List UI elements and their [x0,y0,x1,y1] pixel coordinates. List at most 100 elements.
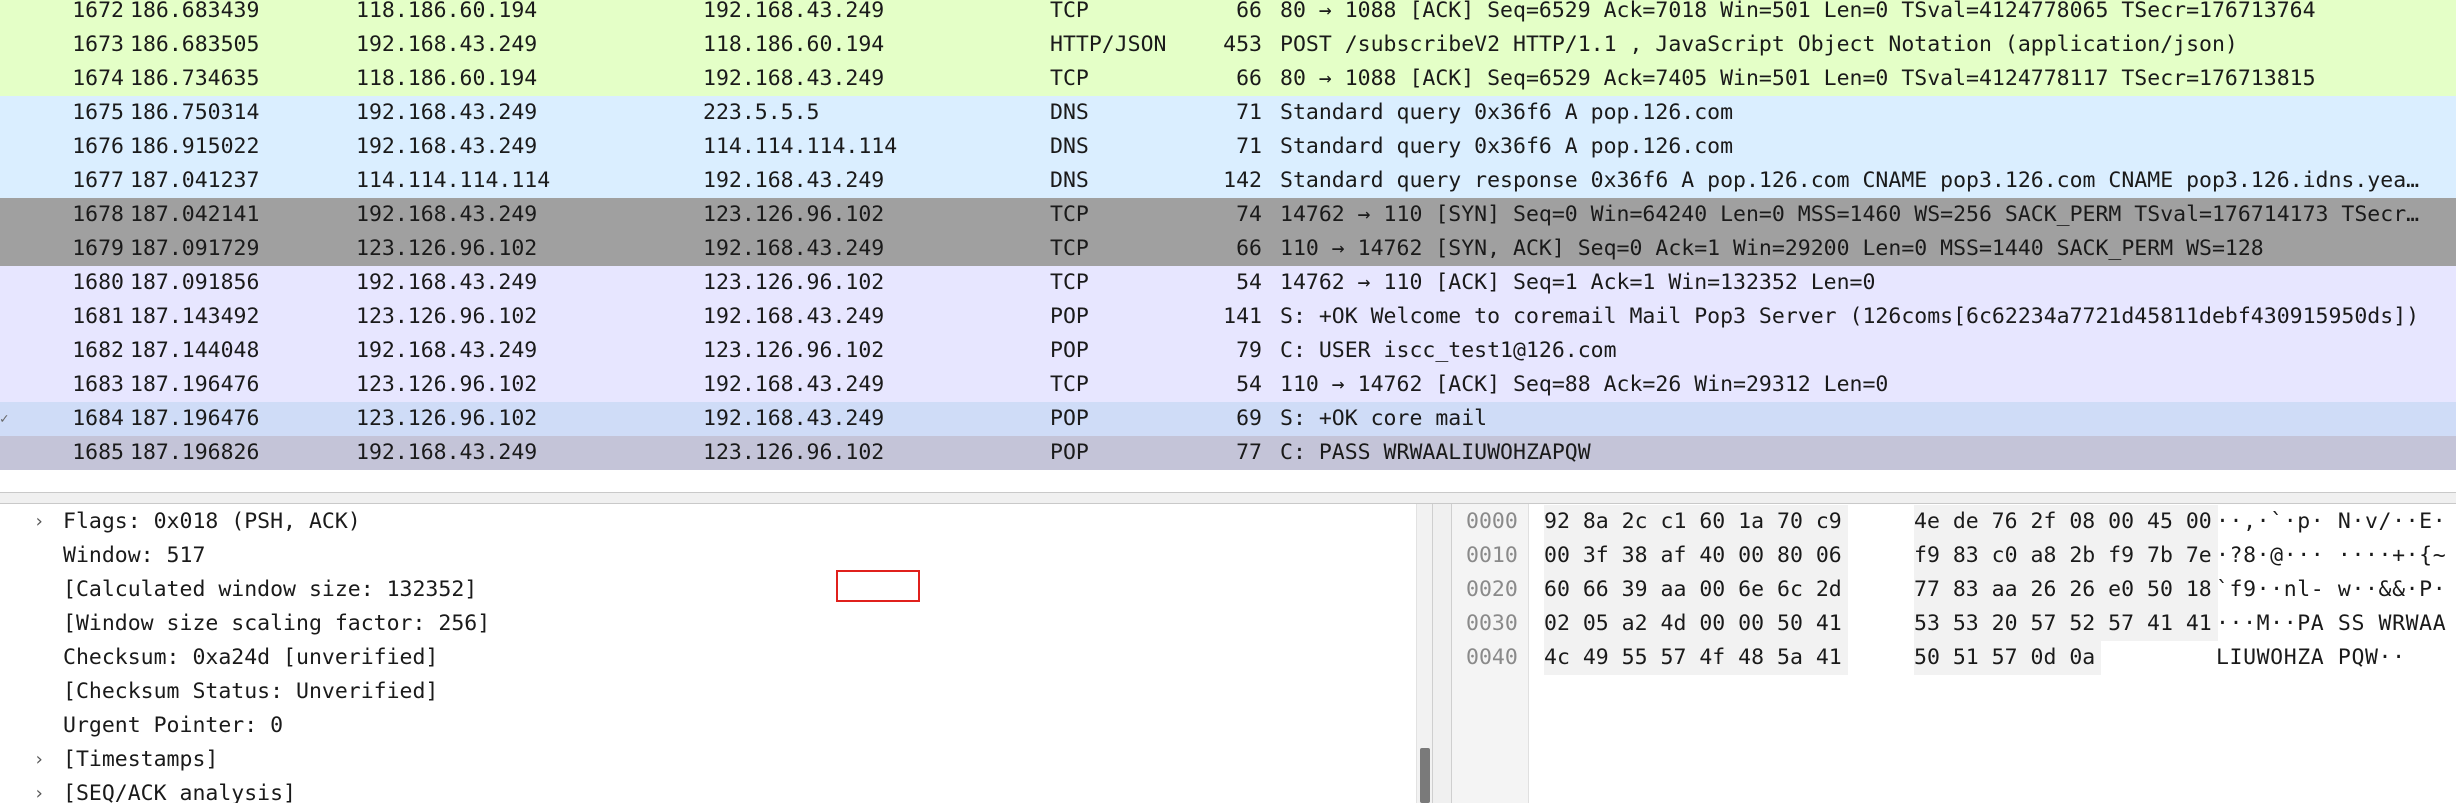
packet-row[interactable]: 1679 187.091729 123.126.96.102 192.168.43.2… [0,232,2456,266]
packet-row[interactable]: 1683 187.196476 123.126.96.102 192.168.43.2… [0,368,2456,402]
packet-time: 186.915022 [130,134,260,159]
hex-bytes-left: 00 3f 38 af 40 00 80 06 [1544,539,1848,573]
packet-row[interactable]: 1673 186.683505 192.168.43.249 118.186.60.1… [0,28,2456,62]
packet-source: 118.186.60.194 [356,0,538,23]
packet-bytes-pane[interactable]: 0000 92 8a 2c c1 60 1a 70 c9 4e de 76 2f 0… [1452,504,2456,803]
packet-length: 54 [1236,372,1262,397]
packet-time: 187.196476 [130,372,260,397]
hex-bytes-right: 77 83 aa 26 26 e0 50 18 [1914,573,2218,607]
packet-row[interactable]: ✓ 1684 187.196476 123.126.96.102 192.168.43.… [0,402,2456,436]
packet-time: 186.734635 [130,66,260,91]
hex-bytes-right: 50 51 57 0d 0a [1914,641,2102,675]
packet-length: 69 [1236,406,1262,431]
packet-info: C: PASS WRWAALIUWOHZAPQW [1280,440,1591,465]
detail-text: Checksum: 0xa24d [unverified] [63,645,439,670]
hex-bytes-left: 02 05 a2 4d 00 00 50 41 [1544,607,1848,641]
packet-length: 453 [1223,32,1262,57]
hex-bytes-right: 53 53 20 57 52 57 41 41 [1914,607,2218,641]
packet-info: 14762 → 110 [SYN] Seq=0 Win=64240 Len=0 … [1280,202,2420,227]
hex-bytes-right: f9 83 c0 a8 2b f9 7b 7e [1914,539,2218,573]
packet-destination: 123.126.96.102 [703,270,885,295]
packet-length: 66 [1236,236,1262,261]
packet-info: 14762 → 110 [ACK] Seq=1 Ack=1 Win=132352… [1280,270,1876,295]
ascii-bytes: ···M··PA SS WRWAA [2216,611,2447,636]
packet-number: 1677 [72,168,124,193]
packet-destination: 123.126.96.102 [703,440,885,465]
hex-bytes-left: 4c 49 55 57 4f 48 5a 41 [1544,641,1848,675]
packet-row[interactable]: 1680 187.091856 192.168.43.249 123.126.96.1… [0,266,2456,300]
detail-text: [Calculated window size: 132352] [63,577,478,602]
packet-source: 192.168.43.249 [356,270,538,295]
detail-text: [SEQ/ACK analysis] [63,781,296,803]
packet-source: 123.126.96.102 [356,372,538,397]
packet-row[interactable]: 1685 187.196826 192.168.43.249 123.126.96.1… [0,436,2456,470]
packet-number: 1679 [72,236,124,261]
ascii-bytes: ··,·`·p· N·v/··E· [2216,509,2447,534]
packet-info: Standard query 0x36f6 A pop.126.com [1280,134,1734,159]
packet-time: 187.041237 [130,168,260,193]
packet-source: 192.168.43.249 [356,134,538,159]
detail-text: [Checksum Status: Unverified] [63,679,439,704]
ascii-bytes: LIUWOHZA PQW·· [2216,645,2406,670]
packet-row[interactable]: 1676 186.915022 192.168.43.249 114.114.114.… [0,130,2456,164]
detail-text: [Window size scaling factor: 256] [63,611,491,636]
packet-row[interactable]: 1678 187.042141 192.168.43.249 123.126.96.1… [0,198,2456,232]
packet-time: 186.683505 [130,32,260,57]
ascii-bytes: ·?8·@··· ····+·{~ [2216,543,2447,568]
packet-source: 123.126.96.102 [356,304,538,329]
byte-offset: 0020 [1466,577,1518,602]
detail-text: [Timestamps] [63,747,219,772]
packet-info: C: USER iscc_test1@126.com [1280,338,1617,363]
packet-length: 142 [1223,168,1262,193]
byte-offset: 0010 [1466,543,1518,568]
hex-bytes-right: 4e de 76 2f 08 00 45 00 [1914,505,2218,539]
packet-number: 1680 [72,270,124,295]
packet-length: 77 [1236,440,1262,465]
packet-row[interactable]: 1677 187.041237 114.114.114.114 192.168.43.… [0,164,2456,198]
packet-row[interactable]: 1682 187.144048 192.168.43.249 123.126.96.1… [0,334,2456,368]
packet-destination: 192.168.43.249 [703,406,885,431]
packet-source: 123.126.96.102 [356,406,538,431]
packet-source: 114.114.114.114 [356,168,551,193]
hex-bytes-left: 60 66 39 aa 00 6e 6c 2d [1544,573,1848,607]
packet-destination: 192.168.43.249 [703,304,885,329]
packet-info: Standard query 0x36f6 A pop.126.com [1280,100,1734,125]
packet-length: 54 [1236,270,1262,295]
packet-row[interactable]: 1675 186.750314 192.168.43.249 223.5.5.5 DNS… [0,96,2456,130]
packet-destination: 192.168.43.249 [703,0,885,23]
byte-offset: 0030 [1466,611,1518,636]
packet-source: 192.168.43.249 [356,202,538,227]
packet-source: 118.186.60.194 [356,66,538,91]
details-scrollbar[interactable] [1416,504,1433,803]
details-scrollbar-thumb[interactable] [1420,748,1430,803]
packet-time: 187.144048 [130,338,260,363]
pane-divider-vertical[interactable] [1432,504,1452,803]
packet-number: 1678 [72,202,124,227]
packet-time: 186.683439 [130,0,260,23]
related-packet-icon: ✓ [0,411,9,427]
packet-source: 192.168.43.249 [356,100,538,125]
packet-time: 187.196476 [130,406,260,431]
packet-destination: 192.168.43.249 [703,66,885,91]
packet-length: 79 [1236,338,1262,363]
packet-destination: 192.168.43.249 [703,236,885,261]
packet-row[interactable]: 1681 187.143492 123.126.96.102 192.168.43.2… [0,300,2456,334]
packet-row[interactable]: 1674 186.734635 118.186.60.194 192.168.43.2… [0,62,2456,96]
packet-destination: 123.126.96.102 [703,338,885,363]
packet-number: 1675 [72,100,124,125]
chevron-right-icon[interactable]: › [31,777,47,803]
packet-number: 1683 [72,372,124,397]
packet-number: 1672 [72,0,124,23]
pane-divider-horizontal[interactable] [0,492,2456,504]
packet-destination: 192.168.43.249 [703,168,885,193]
byte-offset: 0040 [1466,645,1518,670]
packet-destination: 118.186.60.194 [703,32,885,57]
packet-time: 187.196826 [130,440,260,465]
packet-list[interactable]: 1672 186.683439 118.186.60.194 192.168.43.2… [0,0,2456,492]
chevron-right-icon[interactable]: › [31,743,47,777]
chevron-right-icon[interactable]: › [31,505,47,539]
packet-time: 187.091856 [130,270,260,295]
packet-info: 110 → 14762 [SYN, ACK] Seq=0 Ack=1 Win=2… [1280,236,2264,261]
packet-details-pane[interactable]: › Flags: 0x018 (PSH, ACK) Window: 517 [Calc… [0,504,1432,803]
packet-row[interactable]: 1672 186.683439 118.186.60.194 192.168.43.2… [0,0,2456,28]
